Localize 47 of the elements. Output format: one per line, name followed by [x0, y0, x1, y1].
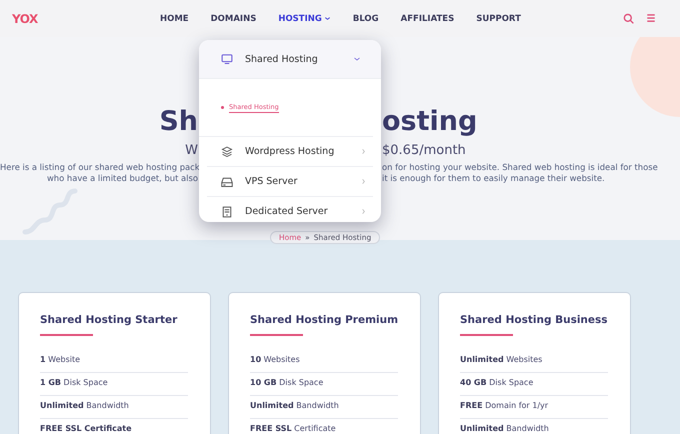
nav-link[interactable]: HOSTING — [278, 14, 331, 24]
chevron-right-icon — [360, 208, 367, 215]
feature-text: 1 Website — [40, 355, 80, 364]
nav-link[interactable]: HOME — [160, 14, 189, 24]
page-subtitle: W — [185, 143, 198, 158]
server-icon — [221, 206, 233, 218]
nav-link[interactable]: DOMAINS — [210, 14, 256, 24]
plan-title: Shared Hosting Starter — [40, 313, 178, 328]
title-underline — [40, 334, 93, 336]
feature-text: Unlimited Bandwidth — [250, 401, 339, 410]
nav-link[interactable]: BLOG — [352, 14, 379, 24]
menu-item[interactable]: Shared Hosting — [199, 40, 381, 79]
drive-icon — [221, 176, 233, 188]
page-title: Sh — [159, 106, 198, 137]
nav-link[interactable]: SUPPORT — [476, 14, 521, 24]
feature-text: 10 GB Disk Space — [250, 378, 324, 387]
chevron-right-icon — [360, 178, 367, 185]
intro-text: Here is a listing of our shared web hosting pack — [0, 162, 200, 172]
bullet-icon — [221, 106, 224, 109]
feature-text: 1 GB Disk Space — [40, 378, 108, 387]
title-underline — [460, 334, 513, 336]
chevron-right-icon — [360, 148, 367, 155]
page-subtitle: $0.65/month — [382, 143, 466, 158]
title-underline — [250, 334, 303, 336]
chevron-down-icon — [353, 55, 361, 63]
plan-title: Shared Hosting Business — [460, 313, 608, 328]
search-icon[interactable] — [623, 13, 634, 24]
layers-icon — [221, 146, 233, 158]
monitor-icon — [221, 53, 233, 65]
feature-text: 10 Websites — [250, 355, 300, 364]
feature-text: Unlimited Bandwidth — [460, 424, 549, 433]
intro-text: who have a limited budget, but also — [46, 173, 198, 183]
menu-icon[interactable] — [646, 13, 656, 23]
feature-text: Unlimited Bandwidth — [40, 401, 129, 410]
menu-item[interactable]: Dedicated Server — [207, 197, 373, 222]
intro-text: it is enough for them to easily manage their website. — [382, 173, 605, 183]
menu-item[interactable]: Wordpress Hosting — [207, 137, 373, 167]
page-title: osting — [382, 106, 478, 137]
feature-text: 40 GB Disk Space — [460, 378, 534, 387]
intro-text: on for hosting your website. Shared web hosting is ideal for those — [382, 162, 658, 172]
nav-link[interactable]: AFFILIATES — [400, 14, 454, 24]
menu-item[interactable]: VPS Server — [207, 167, 373, 197]
feature-text: Unlimited Websites — [460, 355, 542, 364]
feature-text: FREE SSL Certificate — [40, 424, 132, 433]
plan-title: Shared Hosting Premium — [250, 313, 398, 328]
feature-text: FREE SSL Certificate — [250, 424, 336, 433]
feature-text: FREE Domain for 1/yr — [460, 401, 548, 410]
